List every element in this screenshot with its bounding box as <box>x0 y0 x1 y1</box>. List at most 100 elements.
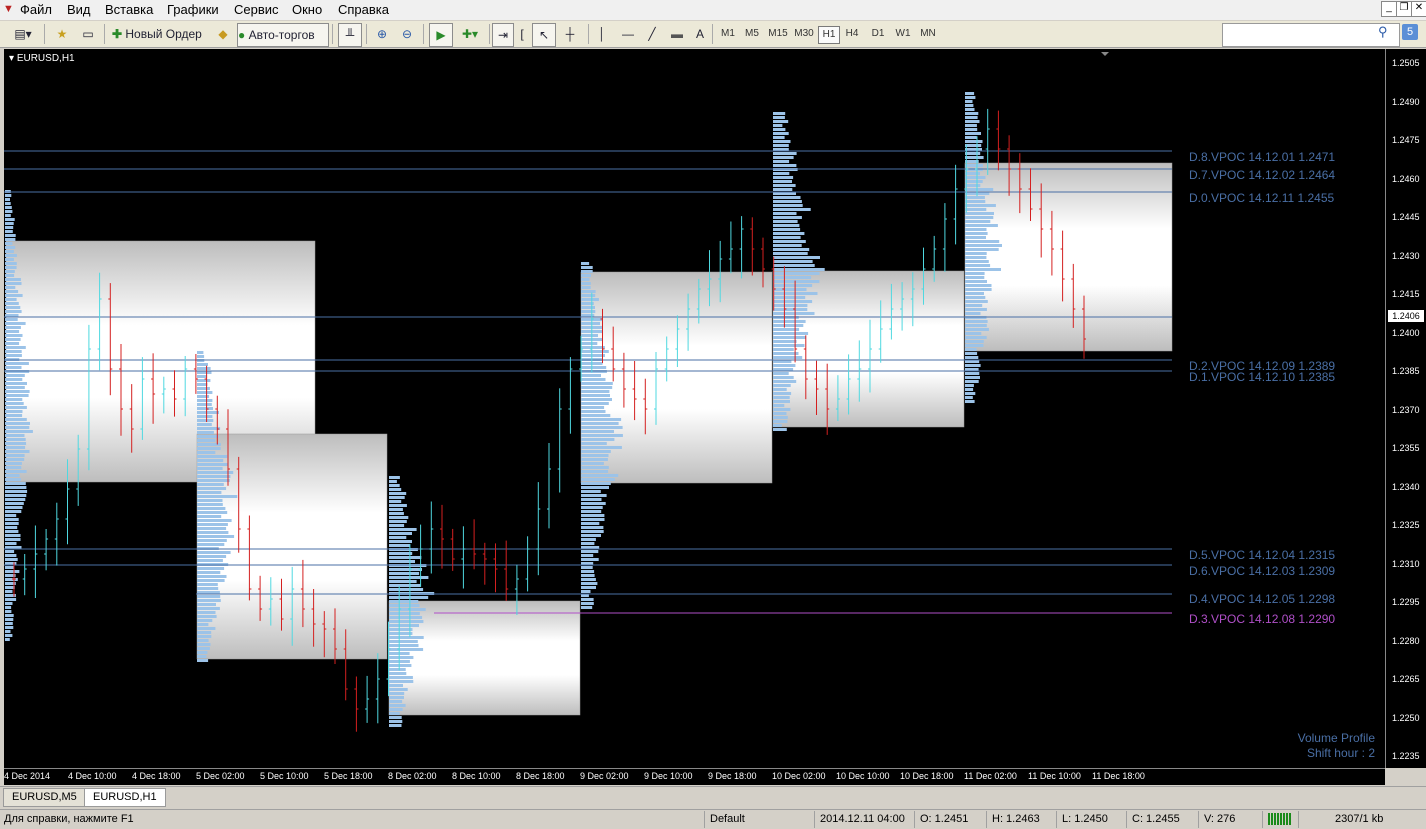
crosshair-icon[interactable]: ┼ <box>560 23 580 45</box>
volume-bar <box>5 218 15 221</box>
menu-window[interactable]: Окно <box>292 2 322 18</box>
volume-bar <box>197 575 227 578</box>
volume-bar <box>197 623 209 626</box>
mailbox-badge[interactable]: 5 <box>1402 24 1418 40</box>
volume-bar <box>773 180 792 183</box>
volume-bar <box>197 351 204 354</box>
volume-bar <box>773 144 789 147</box>
minimize-icon[interactable]: _ <box>1381 1 1397 17</box>
search-icon[interactable]: ⚲ <box>1378 24 1388 40</box>
tf-m15-button[interactable]: M15 <box>766 26 790 42</box>
rectangle-icon[interactable]: ▬ <box>668 23 686 45</box>
chart-shift-icon[interactable]: ⇥ <box>492 23 514 47</box>
volume-bar <box>965 208 987 211</box>
menu-insert[interactable]: Вставка <box>105 2 153 18</box>
chart-shift-marker-icon[interactable] <box>1101 52 1109 56</box>
volume-bar <box>389 552 413 555</box>
price-tick-label: 1.2505 <box>1392 58 1420 68</box>
zoom-out-icon[interactable]: ⊖ <box>397 23 417 45</box>
volume-bar <box>5 254 17 257</box>
price-axis[interactable]: 1.2505 1.2490 1.2475 1.2460 1.2445 1.2430 1.24… <box>1385 49 1426 768</box>
volume-bar <box>197 643 211 646</box>
volume-bar <box>197 595 221 598</box>
status-profile[interactable]: Default <box>710 813 745 825</box>
horizontal-line-icon[interactable]: — <box>618 23 638 45</box>
tf-m1-button[interactable]: M1 <box>718 26 738 42</box>
menu-file[interactable]: Файл <box>20 2 52 18</box>
tf-h1-button[interactable]: H1 <box>818 26 840 44</box>
volume-bar <box>197 599 221 602</box>
cursor-icon[interactable]: ↖ <box>532 23 556 47</box>
volume-bar <box>773 396 790 399</box>
volume-bar <box>5 638 10 641</box>
volume-bar <box>5 206 12 209</box>
restore-icon[interactable]: ❐ <box>1396 1 1412 17</box>
volume-bar <box>5 462 22 465</box>
volume-bar <box>773 188 793 191</box>
volume-bar <box>197 639 209 642</box>
search-input[interactable] <box>1222 23 1400 47</box>
profiles-icon[interactable]: ★ <box>52 23 72 45</box>
text-tool-icon[interactable]: A <box>692 23 708 45</box>
connection-status-icon[interactable] <box>1268 813 1292 825</box>
volume-bar <box>5 498 26 501</box>
price-tick-label: 1.2325 <box>1392 520 1420 530</box>
tab-eurusd-h1[interactable]: EURUSD,H1 <box>84 788 166 807</box>
tf-m30-button[interactable]: M30 <box>792 26 816 42</box>
volume-bar <box>197 559 223 562</box>
indicators-icon[interactable]: ✚▾ <box>456 23 484 45</box>
volume-bar <box>965 328 989 331</box>
tf-d1-button[interactable]: D1 <box>868 26 888 42</box>
navigator-icon[interactable]: ▭ <box>78 23 98 45</box>
volume-bar <box>965 164 983 167</box>
status-separator <box>986 811 987 828</box>
time-axis[interactable]: 4 Dec 2014 4 Dec 10:00 4 Dec 18:00 5 Dec 02… <box>4 768 1385 785</box>
tf-w1-button[interactable]: W1 <box>893 26 913 42</box>
auto-trading-button[interactable]: ● Авто-торгов <box>237 23 329 47</box>
chart-area[interactable]: ▾ EURUSD,H1 D.8.VPOC 14.12.01 1.2471 D.7… <box>4 49 1385 768</box>
volume-bar <box>197 655 207 658</box>
volume-bar <box>965 268 1001 271</box>
tf-m5-button[interactable]: M5 <box>742 26 762 42</box>
menu-help[interactable]: Справка <box>338 2 389 18</box>
status-close: C: 1.2455 <box>1132 813 1180 825</box>
vertical-line-icon[interactable]: │ <box>594 23 610 45</box>
volume-bar <box>5 402 24 405</box>
tf-h4-button[interactable]: H4 <box>842 26 862 42</box>
volume-bar <box>965 216 994 219</box>
menu-view[interactable]: Вид <box>67 2 91 18</box>
new-chart-icon[interactable]: ▤▾ <box>8 23 38 45</box>
tf-mn-button[interactable]: MN <box>918 26 938 42</box>
volume-bar <box>581 522 600 525</box>
close-icon[interactable]: ✕ <box>1411 1 1426 17</box>
menu-tools[interactable]: Сервис <box>234 2 279 18</box>
volume-bar <box>965 344 984 347</box>
volume-bar <box>5 306 21 309</box>
metaeditor-icon[interactable]: ◆ <box>213 23 233 45</box>
bar-chart-icon[interactable]: ╨ <box>338 23 362 47</box>
volume-bar <box>197 567 225 570</box>
volume-bar <box>197 619 213 622</box>
volume-bar <box>197 399 213 402</box>
new-order-button[interactable]: ✚ Новый Ордер <box>112 23 208 45</box>
status-volume: V: 276 <box>1204 813 1236 825</box>
volume-bar <box>5 282 22 285</box>
volume-bar <box>5 234 16 237</box>
current-price-label: 1.2406 <box>1388 310 1424 322</box>
volume-bar <box>581 462 604 465</box>
volume-bar <box>197 627 216 630</box>
tab-eurusd-m5[interactable]: EURUSD,M5 <box>3 788 86 807</box>
autoscroll-icon[interactable]: ▶ <box>429 23 453 47</box>
volume-bar <box>581 346 605 349</box>
time-tick-label: 8 Dec 10:00 <box>452 771 501 781</box>
volume-bar <box>773 384 791 387</box>
menu-charts[interactable]: Графики <box>167 2 219 18</box>
period-separator-icon[interactable]: [ <box>516 23 528 45</box>
volume-bar <box>5 210 13 213</box>
trendline-icon[interactable]: ╱ <box>642 23 662 45</box>
zoom-in-icon[interactable]: ⊕ <box>372 23 392 45</box>
volume-bar <box>389 512 404 515</box>
volume-bar <box>197 487 227 490</box>
volume-bar <box>5 622 13 625</box>
volume-bar <box>965 348 977 351</box>
